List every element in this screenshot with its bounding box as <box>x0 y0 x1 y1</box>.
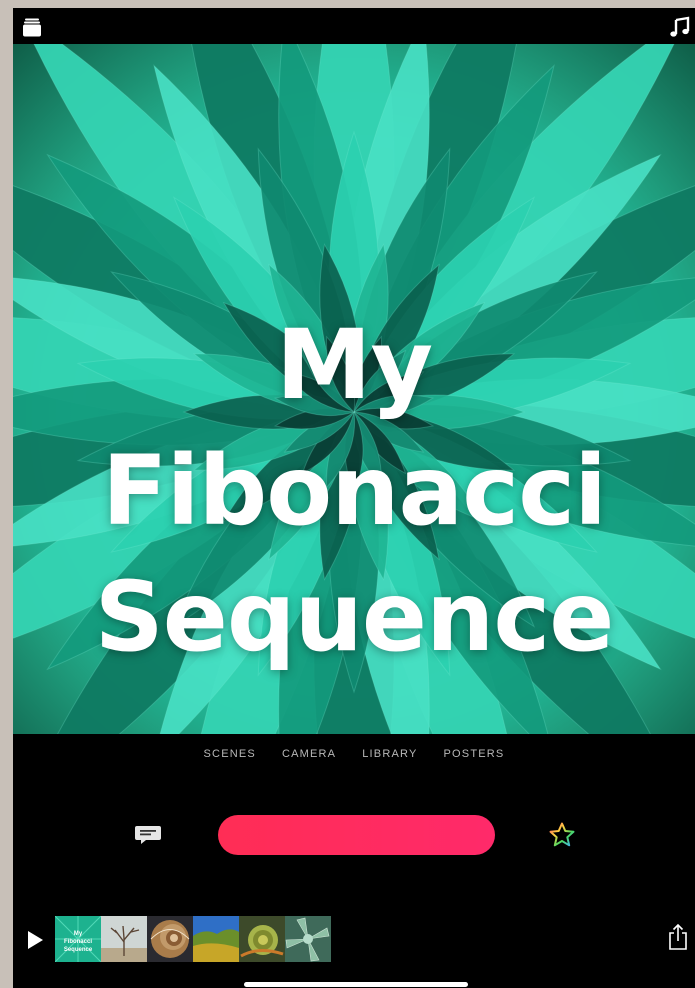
tab-library[interactable]: LIBRARY <box>362 746 417 762</box>
svg-text:Sequence: Sequence <box>64 947 93 953</box>
clip-thumbnail-field[interactable] <box>193 916 239 962</box>
tab-posters[interactable]: POSTERS <box>444 746 505 762</box>
home-indicator <box>244 982 468 987</box>
svg-text:Fibonacci: Fibonacci <box>64 939 92 945</box>
record-button[interactable] <box>218 815 495 855</box>
music-note-icon[interactable] <box>667 14 693 40</box>
poster-title-line: My <box>275 309 433 421</box>
play-icon[interactable] <box>23 928 47 952</box>
captions-icon[interactable] <box>133 820 163 850</box>
clip-thumbnail-poster[interactable]: My Fibonacci Sequence <box>55 916 101 962</box>
clip-strip: My Fibonacci Sequence <box>55 916 331 962</box>
clip-thumbnail-succulent[interactable] <box>285 916 331 962</box>
poster-preview[interactable]: My Fibonacci Sequence <box>13 44 695 734</box>
poster-title-line: Fibonacci <box>102 435 607 547</box>
timeline: My Fibonacci Sequence <box>13 916 695 964</box>
projects-icon[interactable] <box>21 16 43 38</box>
poster-title[interactable]: My Fibonacci Sequence <box>13 302 695 680</box>
poster-title-line: Sequence <box>94 561 615 673</box>
clip-thumbnail-shell[interactable] <box>147 916 193 962</box>
share-icon[interactable] <box>665 922 691 952</box>
tab-scenes[interactable]: SCENES <box>204 746 256 762</box>
app-screen: My Fibonacci Sequence SCENES CAMERA LIBR… <box>13 8 695 988</box>
clip-thumbnail-chameleon[interactable] <box>239 916 285 962</box>
mode-tabs: SCENES CAMERA LIBRARY POSTERS <box>13 746 695 762</box>
svg-text:My: My <box>74 931 83 937</box>
tab-camera[interactable]: CAMERA <box>282 746 336 762</box>
clip-thumbnail-tree[interactable] <box>101 916 147 962</box>
star-icon[interactable] <box>547 820 577 850</box>
